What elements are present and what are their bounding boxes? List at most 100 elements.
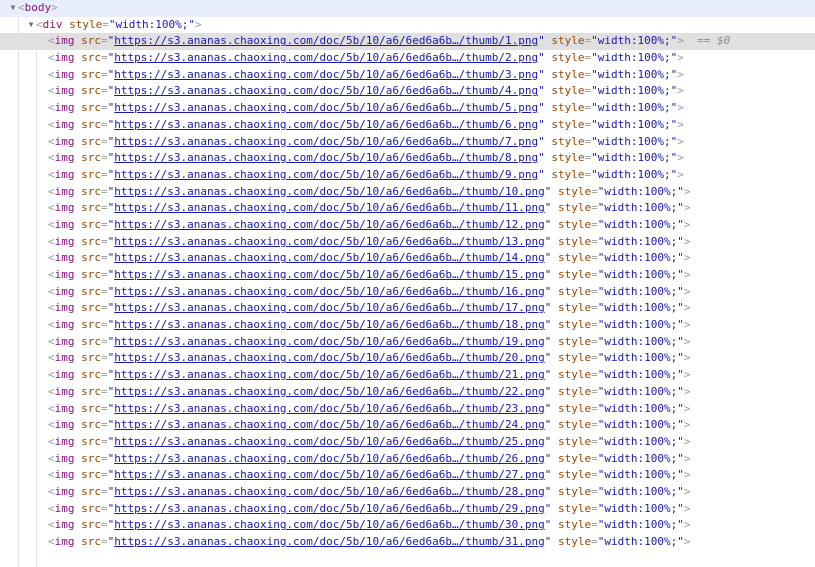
image-source-link[interactable]: https://s3.ananas.chaoxing.com/doc/5b/10… xyxy=(114,368,544,381)
attribute-name-style[interactable]: style xyxy=(558,468,591,481)
attribute-name-style[interactable]: style xyxy=(558,285,591,298)
tree-row-img[interactable]: <img src="https://s3.ananas.chaoxing.com… xyxy=(0,484,815,501)
attribute-value-style[interactable]: width:100%; xyxy=(598,84,671,97)
attribute-name-style[interactable]: style xyxy=(551,168,584,181)
attribute-value-style[interactable]: width:100%; xyxy=(604,185,677,198)
attribute-name-style[interactable]: style xyxy=(558,185,591,198)
tree-row-img[interactable]: <img src="https://s3.ananas.chaoxing.com… xyxy=(0,284,815,301)
attribute-name-style[interactable]: style xyxy=(558,251,591,264)
tree-row-img[interactable]: <img src="https://s3.ananas.chaoxing.com… xyxy=(0,250,815,267)
attribute-name-style[interactable]: style xyxy=(558,485,591,498)
tree-row-img[interactable]: <img src="https://s3.ananas.chaoxing.com… xyxy=(0,334,815,351)
attribute-value-style[interactable]: width:100%; xyxy=(604,368,677,381)
attribute-name-style[interactable]: style xyxy=(558,235,591,248)
image-source-link[interactable]: https://s3.ananas.chaoxing.com/doc/5b/10… xyxy=(114,418,544,431)
image-source-link[interactable]: https://s3.ananas.chaoxing.com/doc/5b/10… xyxy=(114,335,544,348)
tree-row-img[interactable]: <img src="https://s3.ananas.chaoxing.com… xyxy=(0,267,815,284)
attribute-name-style[interactable]: style xyxy=(558,318,591,331)
attribute-name-style[interactable]: style xyxy=(558,452,591,465)
attribute-value-style[interactable]: width:100%; xyxy=(598,135,671,148)
attribute-name-src[interactable]: src xyxy=(81,84,101,97)
image-source-link[interactable]: https://s3.ananas.chaoxing.com/doc/5b/10… xyxy=(114,318,544,331)
tree-row-img[interactable]: <img src="https://s3.ananas.chaoxing.com… xyxy=(0,200,815,217)
attribute-name-src[interactable]: src xyxy=(81,168,101,181)
attribute-name-style[interactable]: style xyxy=(558,335,591,348)
tree-row-img[interactable]: <img src="https://s3.ananas.chaoxing.com… xyxy=(0,217,815,234)
attribute-name-style[interactable]: style xyxy=(558,268,591,281)
image-source-link[interactable]: https://s3.ananas.chaoxing.com/doc/5b/10… xyxy=(114,268,544,281)
tree-row-img[interactable]: <img src="https://s3.ananas.chaoxing.com… xyxy=(0,434,815,451)
tree-row-img[interactable]: <img src="https://s3.ananas.chaoxing.com… xyxy=(0,234,815,251)
tree-row-img[interactable]: <img src="https://s3.ananas.chaoxing.com… xyxy=(0,150,815,167)
attribute-value-style[interactable]: width:100%; xyxy=(604,235,677,248)
image-source-link[interactable]: https://s3.ananas.chaoxing.com/doc/5b/10… xyxy=(114,485,544,498)
attribute-name-style[interactable]: style xyxy=(551,51,584,64)
attribute-name-src[interactable]: src xyxy=(81,201,101,214)
attribute-name-style[interactable]: style xyxy=(551,118,584,131)
attribute-value-style[interactable]: width:100%; xyxy=(598,101,671,114)
attribute-name-src[interactable]: src xyxy=(81,418,101,431)
attribute-name-src[interactable]: src xyxy=(81,535,101,548)
attribute-name-src[interactable]: src xyxy=(81,185,101,198)
attribute-name-src[interactable]: src xyxy=(81,385,101,398)
attribute-name-src[interactable]: src xyxy=(81,368,101,381)
attribute-name-style[interactable]: style xyxy=(558,518,591,531)
image-source-link[interactable]: https://s3.ananas.chaoxing.com/doc/5b/10… xyxy=(114,168,538,181)
tree-row-img[interactable]: <img src="https://s3.ananas.chaoxing.com… xyxy=(0,451,815,468)
attribute-name-src[interactable]: src xyxy=(81,118,101,131)
tree-row-img[interactable]: <img src="https://s3.ananas.chaoxing.com… xyxy=(0,33,815,51)
attribute-name-src[interactable]: src xyxy=(81,218,101,231)
attribute-name-style[interactable]: style xyxy=(69,18,102,31)
tree-row-img[interactable]: <img src="https://s3.ananas.chaoxing.com… xyxy=(0,117,815,134)
attribute-name-style[interactable]: style xyxy=(558,535,591,548)
attribute-name-style[interactable]: style xyxy=(558,502,591,515)
attribute-name-style[interactable]: style xyxy=(558,351,591,364)
tree-row-img[interactable]: <img src="https://s3.ananas.chaoxing.com… xyxy=(0,50,815,67)
image-source-link[interactable]: https://s3.ananas.chaoxing.com/doc/5b/10… xyxy=(114,435,544,448)
tree-row-img[interactable]: <img src="https://s3.ananas.chaoxing.com… xyxy=(0,467,815,484)
image-source-link[interactable]: https://s3.ananas.chaoxing.com/doc/5b/10… xyxy=(114,502,544,515)
attribute-value-style[interactable]: width:100%; xyxy=(604,418,677,431)
image-source-link[interactable]: https://s3.ananas.chaoxing.com/doc/5b/10… xyxy=(114,218,544,231)
tree-row-img[interactable]: <img src="https://s3.ananas.chaoxing.com… xyxy=(0,134,815,151)
image-source-link[interactable]: https://s3.ananas.chaoxing.com/doc/5b/10… xyxy=(114,468,544,481)
attribute-name-src[interactable]: src xyxy=(81,101,101,114)
attribute-value-style[interactable]: width:100%; xyxy=(604,351,677,364)
attribute-name-src[interactable]: src xyxy=(81,135,101,148)
attribute-name-src[interactable]: src xyxy=(81,485,101,498)
attribute-name-style[interactable]: style xyxy=(551,84,584,97)
attribute-name-src[interactable]: src xyxy=(81,452,101,465)
image-source-link[interactable]: https://s3.ananas.chaoxing.com/doc/5b/10… xyxy=(114,452,544,465)
attribute-name-style[interactable]: style xyxy=(558,301,591,314)
disclosure-triangle-icon[interactable]: ▼ xyxy=(26,17,36,34)
attribute-value-style[interactable]: width:100%; xyxy=(598,118,671,131)
attribute-name-style[interactable]: style xyxy=(558,201,591,214)
attribute-name-style[interactable]: style xyxy=(558,385,591,398)
attribute-value-style[interactable]: width:100%; xyxy=(604,435,677,448)
tree-row-div[interactable]: ▼ <div style="width:100%;"> xyxy=(0,17,815,34)
tree-row-img[interactable]: <img src="https://s3.ananas.chaoxing.com… xyxy=(0,367,815,384)
attribute-name-style[interactable]: style xyxy=(551,135,584,148)
tree-row-img[interactable]: <img src="https://s3.ananas.chaoxing.com… xyxy=(0,100,815,117)
attribute-name-src[interactable]: src xyxy=(81,402,101,415)
attribute-value-style[interactable]: width:100%; xyxy=(604,318,677,331)
image-source-link[interactable]: https://s3.ananas.chaoxing.com/doc/5b/10… xyxy=(114,385,544,398)
attribute-value-style[interactable]: width:100%; xyxy=(604,468,677,481)
image-source-link[interactable]: https://s3.ananas.chaoxing.com/doc/5b/10… xyxy=(114,101,538,114)
attribute-value-style[interactable]: width:100%; xyxy=(116,18,189,31)
attribute-value-style[interactable]: width:100%; xyxy=(604,251,677,264)
attribute-name-style[interactable]: style xyxy=(551,101,584,114)
image-source-link[interactable]: https://s3.ananas.chaoxing.com/doc/5b/10… xyxy=(114,84,538,97)
attribute-name-src[interactable]: src xyxy=(81,34,101,47)
tree-row-img[interactable]: <img src="https://s3.ananas.chaoxing.com… xyxy=(0,517,815,534)
attribute-name-src[interactable]: src xyxy=(81,318,101,331)
attribute-name-style[interactable]: style xyxy=(551,151,584,164)
attribute-value-style[interactable]: width:100%; xyxy=(604,518,677,531)
image-source-link[interactable]: https://s3.ananas.chaoxing.com/doc/5b/10… xyxy=(114,518,544,531)
attribute-name-src[interactable]: src xyxy=(81,351,101,364)
image-source-link[interactable]: https://s3.ananas.chaoxing.com/doc/5b/10… xyxy=(114,118,538,131)
attribute-value-style[interactable]: width:100%; xyxy=(604,402,677,415)
attribute-value-style[interactable]: width:100%; xyxy=(604,485,677,498)
image-source-link[interactable]: https://s3.ananas.chaoxing.com/doc/5b/10… xyxy=(114,351,544,364)
attribute-name-src[interactable]: src xyxy=(81,268,101,281)
